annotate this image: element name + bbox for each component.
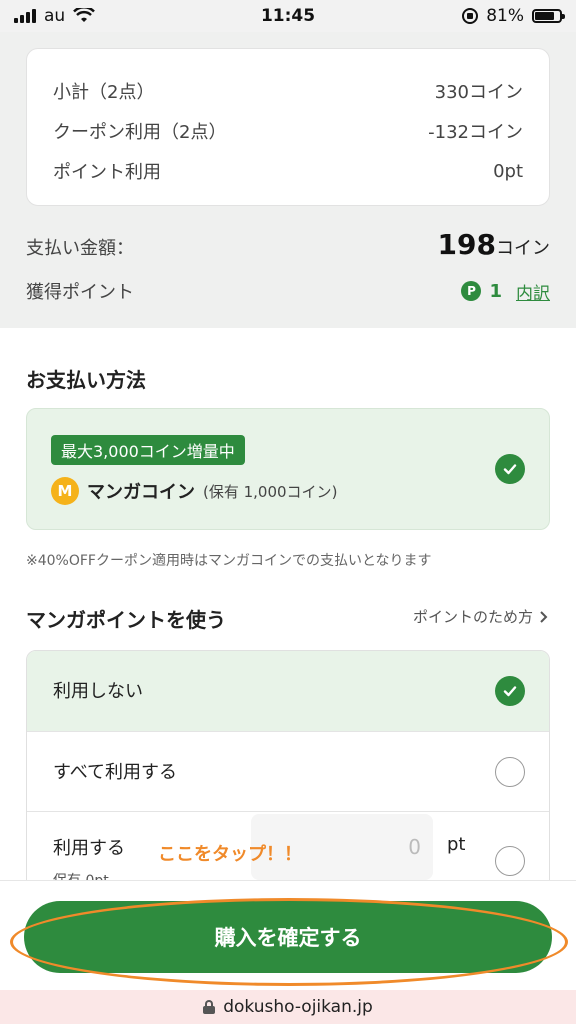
lock-icon — [203, 1000, 216, 1014]
earned-points-value: 1 — [489, 280, 502, 302]
option-label: 利用する — [53, 838, 125, 859]
subtotal-row: 小計（2点） 330コイン — [53, 71, 523, 111]
status-left: au — [14, 6, 214, 26]
payment-method-manga-coin[interactable]: 最大3,000コイン増量中 M マンガコイン (保有 1,000コイン) — [26, 408, 550, 530]
battery-percent: 81% — [486, 6, 524, 26]
how-to-earn-points-label: ポイントのため方 — [412, 608, 533, 626]
payment-total-label: 支払い金額： — [26, 238, 134, 259]
option-label: すべて利用する — [53, 762, 178, 783]
points-used-label: ポイント利用 — [53, 162, 161, 183]
carrier-label: au — [44, 6, 66, 26]
earned-points-value-group: P 1 内訳 — [461, 279, 550, 304]
earned-points-label: 獲得ポイント — [26, 282, 134, 303]
payment-method-title: お支払い方法 — [26, 368, 146, 392]
option-label: 利用しない — [53, 681, 143, 702]
status-bar: au 11:45 81% — [0, 0, 576, 32]
points-unit: pt — [447, 834, 466, 855]
point-badge-icon: P — [461, 281, 482, 301]
points-option-list: 利用しない すべて利用する 利用する 保有 0pt pt — [26, 650, 550, 910]
promo-badge: 最大3,000コイン増量中 — [51, 435, 245, 465]
signal-icon — [14, 9, 36, 23]
coupon-label: クーポン利用（2点） — [53, 122, 227, 143]
how-to-earn-points-link[interactable]: ポイントのため方 — [413, 606, 548, 627]
coupon-note: ※40%OFFクーポン適用時はマンガコインでの支払いとなります — [26, 553, 432, 569]
summary-card: 小計（2点） 330コイン クーポン利用（2点） -132コイン ポイント利用 … — [26, 48, 550, 206]
confirm-purchase-button[interactable]: 購入を確定する — [24, 901, 552, 973]
radio-button[interactable] — [495, 757, 525, 787]
payment-unit: コイン — [496, 238, 550, 259]
payment-amount: 198 — [437, 228, 496, 261]
option-no-points[interactable]: 利用しない — [27, 651, 549, 731]
manga-coin-icon: M — [51, 477, 79, 505]
tap-here-annotation: ここをタップ！！ — [158, 844, 302, 865]
selected-check-icon[interactable] — [495, 676, 525, 706]
status-right: 81% — [462, 6, 565, 26]
radio-button[interactable] — [495, 846, 525, 876]
coin-row: M マンガコイン (保有 1,000コイン) — [51, 477, 337, 505]
chevron-right-icon — [540, 610, 548, 623]
browser-url-bar[interactable]: dokusho-ojikan.jp — [0, 990, 576, 1024]
manga-points-title: マンガポイントを使う — [26, 608, 226, 632]
option-use-all-points[interactable]: すべて利用する — [27, 731, 549, 811]
coin-name: マンガコイン — [87, 482, 195, 503]
wifi-icon — [73, 8, 96, 22]
coupon-row: クーポン利用（2点） -132コイン — [53, 111, 523, 151]
selected-check-icon[interactable] — [495, 454, 525, 484]
battery-icon — [532, 9, 565, 23]
order-summary-area: 小計（2点） 330コイン クーポン利用（2点） -132コイン ポイント利用 … — [0, 32, 576, 328]
url-text: dokusho-ojikan.jp — [223, 997, 373, 1017]
orientation-lock-icon — [462, 8, 479, 24]
points-used-value: 0pt — [493, 160, 523, 182]
coupon-value: -132コイン — [428, 122, 523, 143]
breakdown-link[interactable]: 内訳 — [516, 279, 550, 304]
points-used-row: ポイント利用 0pt — [53, 151, 523, 191]
purchase-bar: 購入を確定する — [0, 880, 576, 990]
payment-total-row: 支払い金額： 198コイン — [26, 228, 550, 261]
earned-points-row: 獲得ポイント P 1 内訳 — [26, 278, 550, 304]
coin-holding: (保有 1,000コイン) — [203, 482, 338, 501]
subtotal-label: 小計（2点） — [53, 82, 155, 103]
payment-total-value: 198コイン — [438, 228, 550, 261]
subtotal-value: 330コイン — [434, 82, 523, 103]
